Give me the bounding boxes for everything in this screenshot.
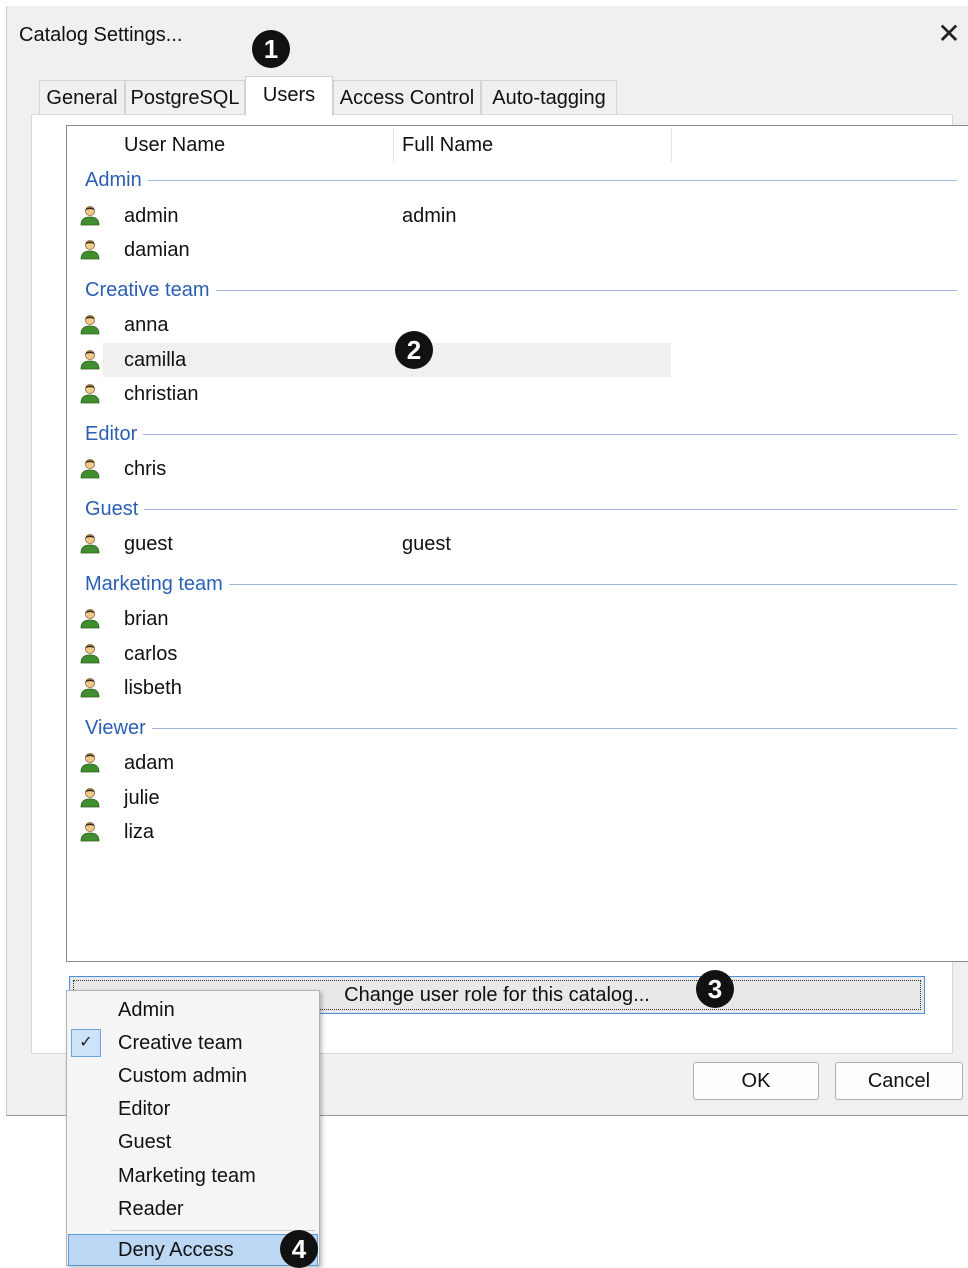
user-name: brian xyxy=(124,608,169,630)
user-row[interactable]: anna xyxy=(67,308,968,342)
user-row[interactable]: christian xyxy=(67,377,968,411)
menu-item-label: Deny Access xyxy=(118,1239,234,1261)
group-header: Guest xyxy=(67,491,968,526)
group-divider-line xyxy=(85,289,957,291)
group-header: Creative team xyxy=(67,272,968,307)
user-icon xyxy=(79,382,101,404)
user-row[interactable]: liza xyxy=(67,815,968,849)
group-divider-line xyxy=(85,508,957,510)
cancel-button[interactable]: Cancel xyxy=(835,1062,963,1100)
user-name: liza xyxy=(124,821,155,843)
user-row[interactable]: damian xyxy=(67,233,968,267)
user-row[interactable]: adam xyxy=(67,746,968,780)
group-label: Guest xyxy=(85,491,145,526)
ok-button[interactable]: OK xyxy=(693,1062,819,1100)
callout-badge-1: 1 xyxy=(252,30,290,68)
user-name: anna xyxy=(124,314,169,336)
column-divider[interactable] xyxy=(671,128,672,162)
user-icon xyxy=(79,204,101,226)
user-row[interactable]: chris xyxy=(67,452,968,486)
user-row[interactable]: camilla xyxy=(67,342,968,377)
menu-item-label: Admin xyxy=(118,999,175,1021)
role-dropdown-menu: Admin ✓ Creative team Custom admin Edito… xyxy=(66,990,320,1266)
user-icon xyxy=(79,607,101,629)
user-name: lisbeth xyxy=(124,677,182,699)
group-header: Editor xyxy=(67,416,968,451)
group-label: Marketing team xyxy=(85,566,229,601)
callout-badge-2: 2 xyxy=(395,331,433,369)
menu-item-custom-admin[interactable]: Custom admin xyxy=(68,1060,318,1092)
menu-item-creative-team[interactable]: ✓ Creative team xyxy=(68,1027,318,1059)
user-name: admin xyxy=(124,204,179,227)
user-icon xyxy=(79,751,101,773)
user-name: guest xyxy=(124,533,173,555)
group-label: Viewer xyxy=(85,710,152,745)
tab-access-control[interactable]: Access Control xyxy=(333,80,481,114)
group-header: Viewer xyxy=(67,710,968,745)
user-icon xyxy=(79,313,101,335)
menu-item-label: Marketing team xyxy=(118,1165,256,1187)
user-row[interactable]: carlos xyxy=(67,637,968,671)
group-label: Admin xyxy=(85,163,148,197)
menu-item-label: Guest xyxy=(118,1131,172,1153)
user-name: christian xyxy=(124,383,199,405)
user-icon xyxy=(79,532,101,554)
menu-item-label: Editor xyxy=(118,1098,171,1120)
user-name: damian xyxy=(124,239,190,261)
menu-separator xyxy=(111,1230,315,1231)
users-list[interactable]: User Name Full Name Admin admin admin damia… xyxy=(66,125,968,962)
column-header-user-name[interactable]: User Name xyxy=(124,126,225,162)
column-divider[interactable] xyxy=(393,128,394,162)
group-divider-line xyxy=(85,727,957,729)
user-icon xyxy=(79,786,101,808)
user-full-name: admin xyxy=(402,204,457,227)
user-icon xyxy=(79,820,101,842)
user-icon xyxy=(79,457,101,479)
tab-postgresql[interactable]: PostgreSQL xyxy=(125,80,245,114)
user-icon xyxy=(79,348,101,370)
group-label: Creative team xyxy=(85,272,216,307)
window-title: Catalog Settings... xyxy=(19,24,183,46)
user-name: julie xyxy=(124,786,160,809)
menu-item-reader[interactable]: Reader xyxy=(68,1193,318,1225)
user-icon xyxy=(79,676,101,698)
user-row[interactable]: lisbeth xyxy=(67,671,968,705)
user-row[interactable]: brian xyxy=(67,602,968,636)
group-label: Editor xyxy=(85,416,144,451)
group-divider-line xyxy=(85,433,957,435)
user-row[interactable]: julie xyxy=(67,781,968,815)
tab-users[interactable]: Users xyxy=(245,76,333,116)
group-header: Marketing team xyxy=(67,566,968,601)
close-icon[interactable]: ✕ xyxy=(935,20,963,48)
user-row[interactable]: admin admin xyxy=(67,199,968,233)
user-name: chris xyxy=(124,458,167,480)
group-divider-line xyxy=(85,180,957,181)
menu-item-label: Creative team xyxy=(118,1032,243,1054)
menu-item-editor[interactable]: Editor xyxy=(68,1093,318,1125)
catalog-settings-dialog: Catalog Settings... ✕ General PostgreSQL… xyxy=(6,6,968,1116)
menu-item-marketing-team[interactable]: Marketing team xyxy=(68,1160,318,1192)
tab-auto-tagging[interactable]: Auto-tagging xyxy=(481,80,617,114)
tab-general[interactable]: General xyxy=(39,80,125,114)
user-name: adam xyxy=(124,752,175,774)
user-row[interactable]: guest guest xyxy=(67,527,968,561)
users-tab-panel: User Name Full Name Admin admin admin damia… xyxy=(31,114,968,1054)
menu-item-admin[interactable]: Admin xyxy=(68,994,318,1026)
user-full-name: guest xyxy=(402,533,451,555)
user-name: camilla xyxy=(124,348,187,371)
user-icon xyxy=(79,238,101,260)
menu-item-label: Reader xyxy=(118,1198,184,1220)
callout-badge-4: 4 xyxy=(280,1230,318,1268)
user-name: carlos xyxy=(124,642,178,665)
selection-highlight xyxy=(103,342,671,377)
user-icon xyxy=(79,642,101,664)
checkmark-icon: ✓ xyxy=(71,1029,101,1057)
group-header: Admin xyxy=(67,163,968,197)
callout-badge-3: 3 xyxy=(696,970,734,1008)
column-header-full-name[interactable]: Full Name xyxy=(402,126,493,162)
menu-item-guest[interactable]: Guest xyxy=(68,1126,318,1158)
menu-item-label: Custom admin xyxy=(118,1065,247,1087)
